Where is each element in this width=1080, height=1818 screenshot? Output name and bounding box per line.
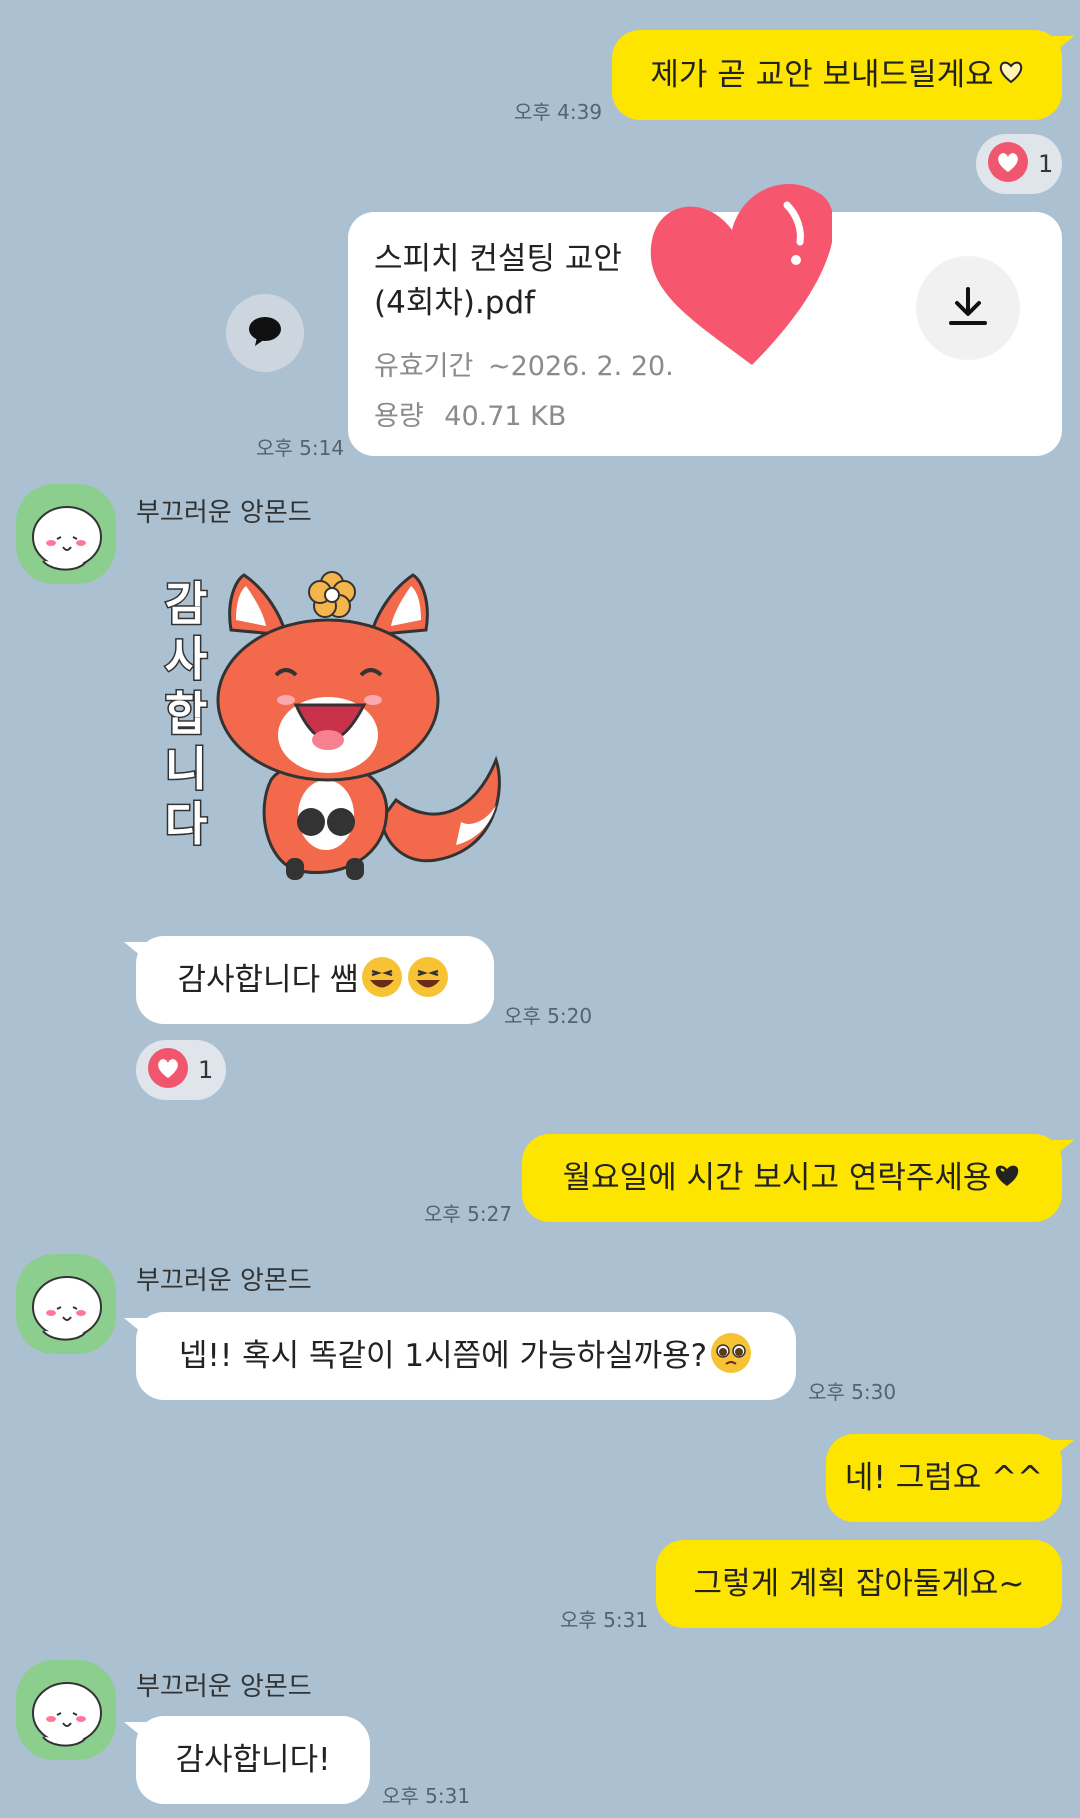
expiry-label: 유효기간 — [374, 351, 474, 382]
message-text: 그렇게 계획 잡아둘게요~ — [693, 1565, 1025, 1602]
message-text: 감사합니다 쌤 — [177, 961, 359, 998]
size-label: 용량 — [374, 401, 424, 432]
message-time: 오후 5:20 — [504, 1004, 593, 1028]
message-time: 오후 5:14 — [256, 436, 345, 460]
message-time: 오후 5:27 — [424, 1202, 513, 1226]
pleading-face-icon — [709, 1331, 753, 1381]
svg-text:합: 합 — [165, 687, 207, 741]
message-text: 넵!! 혹시 똑같이 1시쯤에 가능하실까용? — [178, 1337, 708, 1374]
reaction-count: 1 — [198, 1056, 214, 1084]
their-message-bubble[interactable]: 감사합니다 쌤 — [124, 936, 494, 1024]
download-button[interactable] — [916, 256, 1020, 360]
sticker-text: 감 — [165, 577, 207, 631]
sender-name: 부끄러운 앙몬드 — [136, 1266, 312, 1296]
black-heart-icon — [993, 1161, 1021, 1195]
avatar[interactable] — [16, 1254, 116, 1354]
my-message-bubble[interactable]: 월요일에 시간 보시고 연락주세용 — [522, 1134, 1074, 1222]
file-expiry: 유효기간 ~2026. 2. 20. — [374, 344, 674, 383]
svg-text:사: 사 — [165, 632, 207, 686]
message-text: 월요일에 시간 보시고 연락주세용 — [562, 1159, 992, 1196]
avatar[interactable] — [16, 1660, 116, 1760]
message-text: 제가 곧 교안 보내드릴게요 — [650, 56, 994, 93]
my-message-bubble[interactable]: 제가 곧 교안 보내드릴게요 — [612, 30, 1074, 120]
size-value: 40.71 KB — [444, 401, 567, 432]
heart-reaction[interactable]: 1 — [136, 1040, 226, 1100]
my-message-bubble[interactable]: 네! 그럼요 ^^ — [826, 1434, 1074, 1522]
chat-bubble-icon — [247, 313, 283, 353]
laughing-face-icon — [360, 955, 452, 1005]
heart-reaction[interactable]: 1 — [976, 134, 1062, 194]
their-message-bubble[interactable]: 감사합니다! — [124, 1716, 370, 1804]
message-text: 감사합니다! — [175, 1741, 331, 1778]
big-pink-heart-icon — [632, 170, 834, 370]
file-name-line1: 스피치 컨설팅 교안 — [374, 241, 622, 277]
message-time: 오후 5:30 — [808, 1380, 897, 1404]
download-icon — [945, 283, 991, 333]
my-message-bubble[interactable]: 그렇게 계획 잡아둘게요~ — [656, 1540, 1062, 1628]
file-name-line2: (4회차).pdf — [374, 285, 536, 321]
yellow-heart-outline-icon — [998, 59, 1024, 91]
heart-icon — [988, 142, 1028, 186]
message-time: 오후 5:31 — [382, 1784, 471, 1808]
their-message-bubble[interactable]: 넵!! 혹시 똑같이 1시쯤에 가능하실까용? — [124, 1312, 796, 1400]
reaction-count: 1 — [1038, 150, 1054, 178]
sender-name: 부끄러운 앙몬드 — [136, 498, 312, 528]
file-size: 용량 40.71 KB — [374, 394, 566, 433]
svg-text:다: 다 — [165, 797, 207, 851]
heart-icon — [148, 1048, 188, 1092]
message-time: 오후 4:39 — [514, 100, 603, 124]
sender-name: 부끄러운 앙몬드 — [136, 1672, 312, 1702]
svg-text:니: 니 — [165, 742, 207, 796]
message-time: 오후 5:31 — [560, 1608, 649, 1632]
avatar[interactable] — [16, 484, 116, 584]
share-button[interactable] — [226, 294, 304, 372]
message-text: 네! 그럼요 ^^ — [844, 1459, 1044, 1496]
fox-thank-you-sticker[interactable]: 감 사 합 니 다 — [136, 560, 516, 900]
